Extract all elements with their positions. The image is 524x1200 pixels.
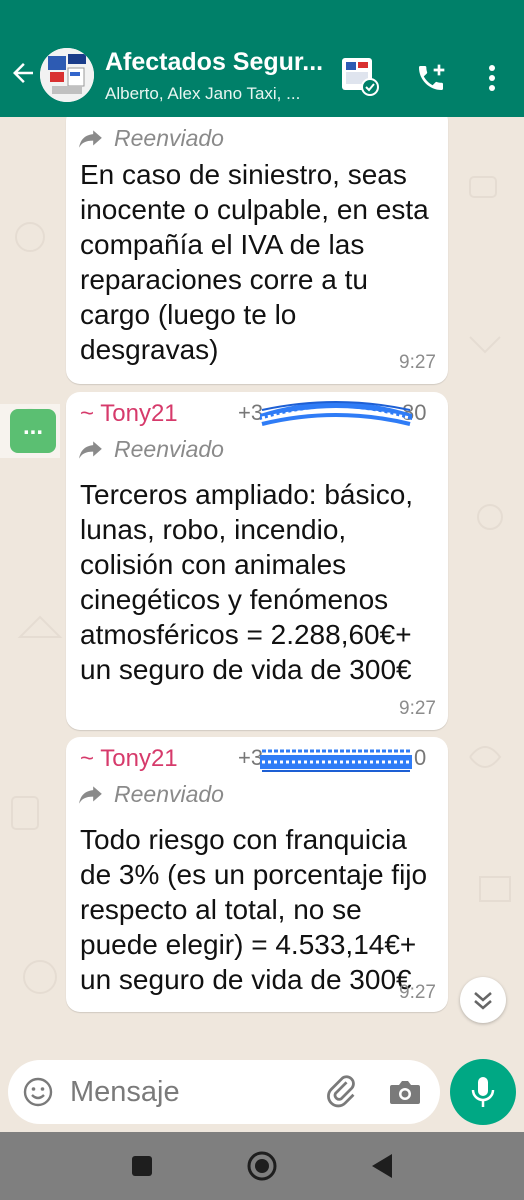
mic-button[interactable] [450,1059,516,1125]
forward-icon [79,786,102,804]
forwarded-text: Reenviado [114,125,224,151]
more-vert-icon[interactable] [480,62,504,94]
message-options-button[interactable]: ... [10,409,56,453]
message-input[interactable] [70,1074,310,1110]
system-nav-bar [0,1132,524,1200]
message-text: En caso de siniestro, seas inocente o cu… [80,159,429,365]
message-bubble[interactable]: ~ Tony21 +3 0 Reenviado Todo riesgo con … [66,737,448,1012]
redaction-scribble [260,401,412,426]
message-composer [8,1060,440,1124]
nav-back-button[interactable] [370,1152,394,1180]
chat-participants[interactable]: Alberto, Alex Jano Taxi, ... [105,84,335,104]
chat-header: Afectados Segur... Alberto, Alex Jano Ta… [0,0,524,117]
message-text: Todo riesgo con franquicia de 3% (es un … [80,824,428,995]
back-arrow-icon[interactable] [8,58,38,88]
home-button[interactable] [246,1150,278,1182]
redaction-scribble [260,749,412,772]
message-time: 9:27 [399,982,436,1003]
camera-icon[interactable] [388,1076,422,1108]
message-time: 9:27 [399,352,436,373]
group-settings-icon[interactable] [340,56,380,96]
scroll-down-button[interactable] [460,977,506,1023]
attach-icon[interactable] [324,1074,358,1110]
sender-name[interactable]: ~ Tony21 [80,745,178,773]
message-bubble[interactable]: ~ Tony21 +3 80 Reenviado Terceros amplia… [66,392,448,730]
message-bubble[interactable]: Reenviado En caso de siniestro, seas ino… [66,117,448,384]
forwarded-text: Reenviado [114,436,224,462]
forward-icon [79,441,102,459]
sender-row: ~ Tony21 +3 80 [80,400,435,430]
chat-area[interactable]: Reenviado En caso de siniestro, seas ino… [0,117,524,1060]
sender-name[interactable]: ~ Tony21 [80,400,178,428]
mic-icon [471,1077,495,1107]
recent-apps-button[interactable] [132,1156,152,1176]
sender-row: ~ Tony21 +3 0 [80,745,435,775]
emoji-icon[interactable] [22,1076,54,1108]
chevron-double-down-icon [474,992,492,1010]
forwarded-text: Reenviado [114,781,224,807]
message-time: 9:27 [399,698,436,719]
group-avatar[interactable] [40,48,94,102]
call-add-icon[interactable] [415,62,447,94]
chat-title[interactable]: Afectados Segur... [105,48,335,77]
forward-icon [79,130,102,148]
message-text: Terceros ampliado: básico, lunas, robo, … [80,479,414,685]
